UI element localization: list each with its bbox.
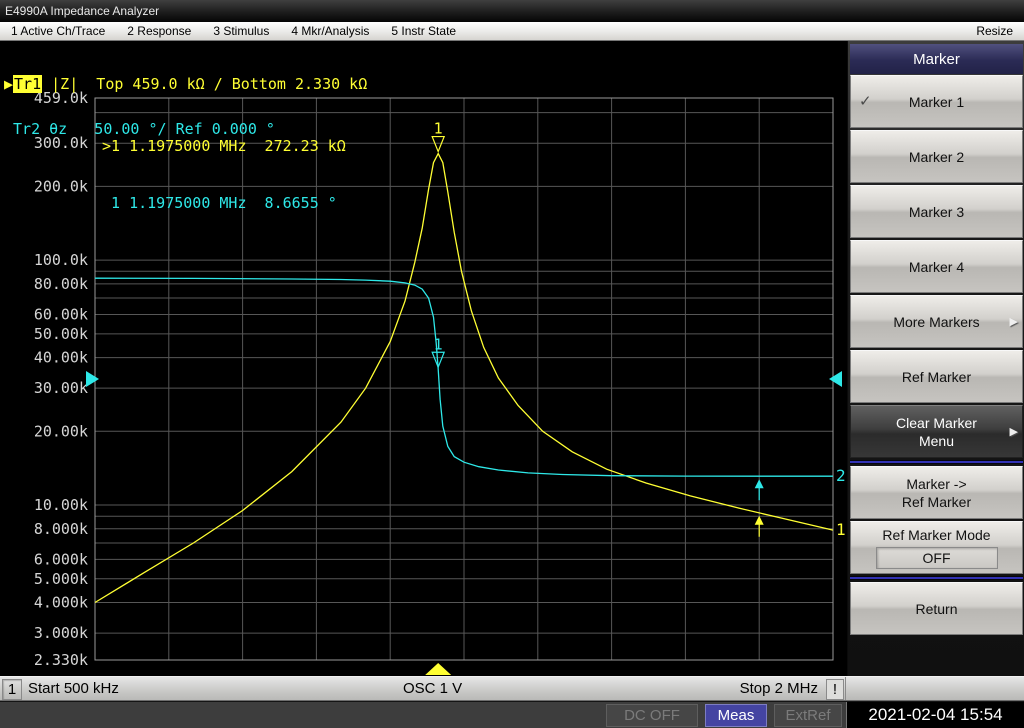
statusbar-divider	[845, 677, 846, 700]
softkey-marker-1[interactable]: Marker 1✓	[850, 75, 1023, 128]
softkey-sidebar: Marker Marker 1✓Marker 2Marker 3Marker 4…	[847, 41, 1024, 676]
softkey-marker-3[interactable]: Marker 3	[850, 185, 1023, 238]
svg-text:5.000k: 5.000k	[34, 570, 88, 588]
svg-text:10.00k: 10.00k	[34, 496, 88, 514]
softkey-marker-4[interactable]: Marker 4	[850, 240, 1023, 293]
softkey-marker-ref-marker[interactable]: Marker -> Ref Marker	[850, 466, 1023, 519]
clock-display: 2021-02-04 15:54	[846, 702, 1024, 728]
svg-text:8.000k: 8.000k	[34, 520, 88, 538]
measurement-state-indicator: Meas	[705, 704, 767, 727]
softkey-return[interactable]: Return	[850, 582, 1023, 635]
svg-text:4.000k: 4.000k	[34, 594, 88, 612]
svg-text:2: 2	[836, 466, 846, 485]
osc-level-field[interactable]: OSC 1 V	[403, 680, 462, 697]
svg-text:3.000k: 3.000k	[34, 624, 88, 642]
softkey-value: OFF	[876, 547, 998, 569]
softkey-clear-marker-menu[interactable]: Clear Marker Menu▶	[850, 405, 1023, 458]
svg-text:20.00k: 20.00k	[34, 422, 88, 440]
trace2-name: Tr2	[13, 120, 40, 138]
softkey-separator	[850, 460, 1023, 464]
instrument-screen: 459.0k300.0k200.0k100.0k80.00k60.00k50.0…	[0, 41, 847, 676]
submenu-arrow-icon: ▶	[1010, 313, 1018, 331]
marker1-trace2-readout: 1 1.1975000 MHz 8.6655 °	[102, 194, 346, 213]
svg-text:100.0k: 100.0k	[34, 251, 88, 269]
instrument-window: E4990A Impedance Analyzer 1 Active Ch/Tr…	[0, 0, 1024, 728]
resize-button[interactable]: Resize	[965, 24, 1024, 38]
trace1-scale-text: Top 459.0 kΩ / Bottom 2.330 kΩ	[78, 75, 367, 93]
trace1-format: |Z|	[51, 75, 78, 93]
softkey-menu-title: Marker	[850, 44, 1023, 74]
dc-bias-indicator: DC OFF	[606, 704, 698, 727]
check-icon: ✓	[859, 93, 872, 111]
window-titlebar: E4990A Impedance Analyzer	[0, 0, 1024, 22]
menu-item-3-stimulus[interactable]: 3 Stimulus	[202, 24, 280, 38]
stop-frequency-field[interactable]: Stop 2 MHz	[740, 680, 818, 697]
svg-text:60.00k: 60.00k	[34, 305, 88, 323]
softkey-marker-2[interactable]: Marker 2	[850, 130, 1023, 183]
external-reference-indicator: ExtRef	[774, 704, 842, 727]
svg-text:1: 1	[836, 520, 846, 539]
softkey-ref-marker-mode[interactable]: Ref Marker ModeOFF	[850, 521, 1023, 574]
menu-item-5-instr-state[interactable]: 5 Instr State	[380, 24, 467, 38]
window-title: E4990A Impedance Analyzer	[5, 4, 159, 18]
stimulus-status-bar: 1 Start 500 kHz OSC 1 V Stop 2 MHz !	[0, 676, 1024, 701]
svg-text:1: 1	[434, 120, 443, 138]
channel-number-badge: 1	[2, 679, 22, 700]
softkey-ref-marker[interactable]: Ref Marker	[850, 350, 1023, 403]
svg-text:200.0k: 200.0k	[34, 177, 88, 195]
alert-indicator: !	[826, 679, 844, 700]
svg-text:80.00k: 80.00k	[34, 275, 88, 293]
trace1-scale-line: ▶Tr1 |Z| Top 459.0 kΩ / Bottom 2.330 kΩ	[4, 77, 367, 92]
softkey-button-list: Marker 1✓Marker 2Marker 3Marker 4More Ma…	[850, 75, 1023, 635]
svg-text:1: 1	[434, 335, 443, 353]
marker1-trace1-readout: >1 1.1975000 MHz 272.23 kΩ	[102, 137, 346, 156]
menu-bar: 1 Active Ch/Trace2 Response3 Stimulus4 M…	[0, 22, 1024, 41]
start-frequency-field[interactable]: Start 500 kHz	[28, 680, 119, 697]
active-trace-arrow-icon: ▶	[4, 75, 13, 93]
marker-readout: >1 1.1975000 MHz 272.23 kΩ 1 1.1975000 M…	[102, 99, 346, 251]
svg-text:50.00k: 50.00k	[34, 325, 88, 343]
svg-text:40.00k: 40.00k	[34, 349, 88, 367]
system-status-bar: DC OFF Meas ExtRef 2021-02-04 15:54	[0, 701, 1024, 728]
softkey-separator	[850, 576, 1023, 580]
menu-item-2-response[interactable]: 2 Response	[116, 24, 202, 38]
trace2-format: θz	[49, 120, 67, 138]
trace1-badge: Tr1	[13, 75, 42, 93]
menu-item-4-mkr-analysis[interactable]: 4 Mkr/Analysis	[280, 24, 380, 38]
svg-text:6.000k: 6.000k	[34, 550, 88, 568]
submenu-arrow-icon: ▶	[1010, 423, 1018, 441]
softkey-more-markers[interactable]: More Markers▶	[850, 295, 1023, 348]
svg-text:30.00k: 30.00k	[34, 379, 88, 397]
svg-text:2.330k: 2.330k	[34, 651, 88, 669]
menu-item-1-active-ch-trace[interactable]: 1 Active Ch/Trace	[0, 24, 116, 38]
